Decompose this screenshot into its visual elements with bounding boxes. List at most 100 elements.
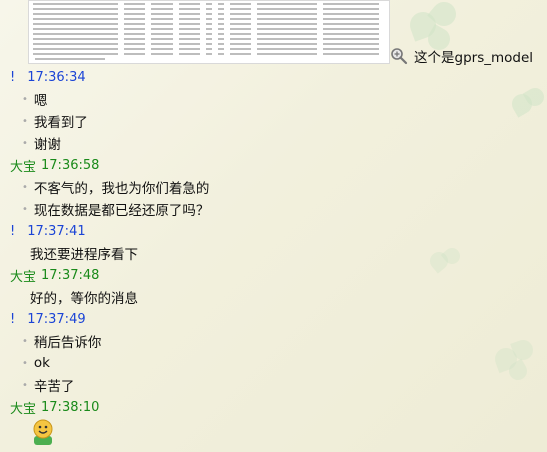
thumbnail-table-cell (256, 3, 317, 5)
thumbnail-table-cell (151, 28, 173, 30)
thumbnail-table-cell (33, 23, 119, 25)
thumbnail-table-cell (217, 8, 224, 10)
thumbnail-table-row (33, 42, 385, 46)
thumbnail-table-cell (33, 53, 119, 55)
message-header: 大宝 17:37:48 (0, 264, 547, 286)
thumbnail-table-cell (322, 53, 379, 55)
thumbnail-table-cell (178, 13, 200, 15)
thumbnail-table-cell (229, 28, 251, 30)
message-text: ok (33, 355, 50, 371)
thumbnail-table-cell (217, 38, 224, 40)
message-line: 我还要进程序看下 (0, 242, 547, 264)
thumbnail-table-cell (124, 43, 146, 45)
thumbnail-table-cell (151, 43, 173, 45)
thumbnail-table-cell (217, 43, 224, 45)
thumbnail-table-cell (33, 33, 119, 35)
bullet-dot-icon: • (22, 181, 28, 193)
message-line: • 辛苦了 (0, 374, 547, 396)
thumbnail-table-cell (322, 3, 379, 5)
message-line: • 现在数据是都已经还原了吗？ (0, 198, 547, 220)
sender-name: ! (10, 311, 16, 327)
message-time: 17:38:10 (41, 399, 100, 415)
thumbnail-table-cell (217, 3, 224, 5)
sender-name: 大宝 (10, 269, 37, 285)
thumbnail-caption: 这个是gprs_model (414, 50, 534, 66)
thumbnail-table-cell (322, 48, 379, 50)
thumbnail-table-row (33, 17, 385, 21)
message-text: 嗯 (33, 93, 48, 109)
thumbnail-table-cell (124, 13, 146, 15)
thumbnail-table-cell (33, 28, 119, 30)
message-text: 好的，等你的消息 (30, 291, 138, 307)
thumbnail-table-row (33, 2, 385, 6)
sender-name: 大宝 (10, 401, 37, 417)
thumbnail-table-cell (256, 18, 317, 20)
thumbnail-table-cell (229, 38, 251, 40)
message-time: 17:36:34 (27, 69, 86, 85)
thumbnail-table-cell (322, 28, 379, 30)
bullet-dot-icon: • (22, 203, 28, 215)
thumbnail-table-cell (217, 18, 224, 20)
thumbnail-table-cell (229, 23, 251, 25)
thumbnail-table-cell (178, 43, 200, 45)
thumbnail-table-cell (229, 33, 251, 35)
thumbnail-table-cell (205, 18, 212, 20)
thumbnail-table-row (33, 47, 385, 51)
thumbnail-table-cell (151, 48, 173, 50)
thumbnail-table-cell (178, 3, 200, 5)
thumbnail-table-cell (322, 38, 379, 40)
thumbnail-table-cell (205, 8, 212, 10)
thumbnail-table-cell (205, 28, 212, 30)
message-text: 谢谢 (33, 137, 61, 153)
thumbnail-table-row (33, 22, 385, 26)
thumbnail-table-cell (124, 38, 146, 40)
thumbnail-table-cell (33, 18, 119, 20)
thumbnail-table-cell (33, 13, 119, 15)
message-line: • 稍后告诉你 (0, 330, 547, 352)
thumbnail-table-cell (229, 53, 251, 55)
bullet-dot-icon: • (22, 379, 28, 391)
thumbnail-table-cell (178, 23, 200, 25)
thumbnail-table-cell (256, 43, 317, 45)
thumbnail-table-cell (124, 18, 146, 20)
thumbnail-table-cell (124, 53, 146, 55)
thumbnail-table-cell (229, 48, 251, 50)
thumbnail-table-cell (151, 3, 173, 5)
thumbnail-table-row (33, 7, 385, 11)
thumbnail-table-cell (256, 38, 317, 40)
message-text: 不客气的，我也为你们着急的 (33, 181, 210, 197)
thumbnail-table-cell (151, 18, 173, 20)
emoji-message (0, 418, 547, 448)
message-header: ! 17:37:49 (0, 308, 547, 330)
thumbnail-table-cell (33, 43, 119, 45)
thumbnail-table-cell (217, 33, 224, 35)
bullet-dot-icon: • (22, 357, 28, 369)
thumbnail-table-cell (229, 13, 251, 15)
thumbnail-table-cell (124, 33, 146, 35)
sender-name: ! (10, 69, 16, 85)
thumbnail-table-cell (124, 48, 146, 50)
thumbnail-table-cell (178, 38, 200, 40)
thumbnail-table-cell (33, 38, 119, 40)
thumbnail-table-cell (256, 33, 317, 35)
thumbnail-table-cell (124, 3, 146, 5)
screenshot-thumbnail[interactable] (28, 0, 390, 64)
thumbnail-table-cell (151, 8, 173, 10)
magnifier-zoom-icon[interactable] (390, 47, 408, 65)
thumbnail-table-cell (229, 3, 251, 5)
thumbnail-table-cell (256, 23, 317, 25)
thumbnail-table-cell (256, 28, 317, 30)
message-line: 好的，等你的消息 (0, 286, 547, 308)
thumbnail-table-cell (205, 38, 212, 40)
thumbnail-table-cell (178, 28, 200, 30)
thumbnail-caption-area: 这个是gprs_model (390, 46, 533, 66)
thumbnail-table-cell (205, 13, 212, 15)
thumbnail-table-row (33, 27, 385, 31)
bullet-dot-icon: • (22, 93, 28, 105)
thumbnail-table-cell (205, 33, 212, 35)
bullet-dot-icon: • (22, 137, 28, 149)
thumbnail-table-cell (217, 13, 224, 15)
bullet-dot-icon: • (22, 115, 28, 127)
thumbnail-table-cell (151, 23, 173, 25)
thumbnail-table-cell (205, 48, 212, 50)
